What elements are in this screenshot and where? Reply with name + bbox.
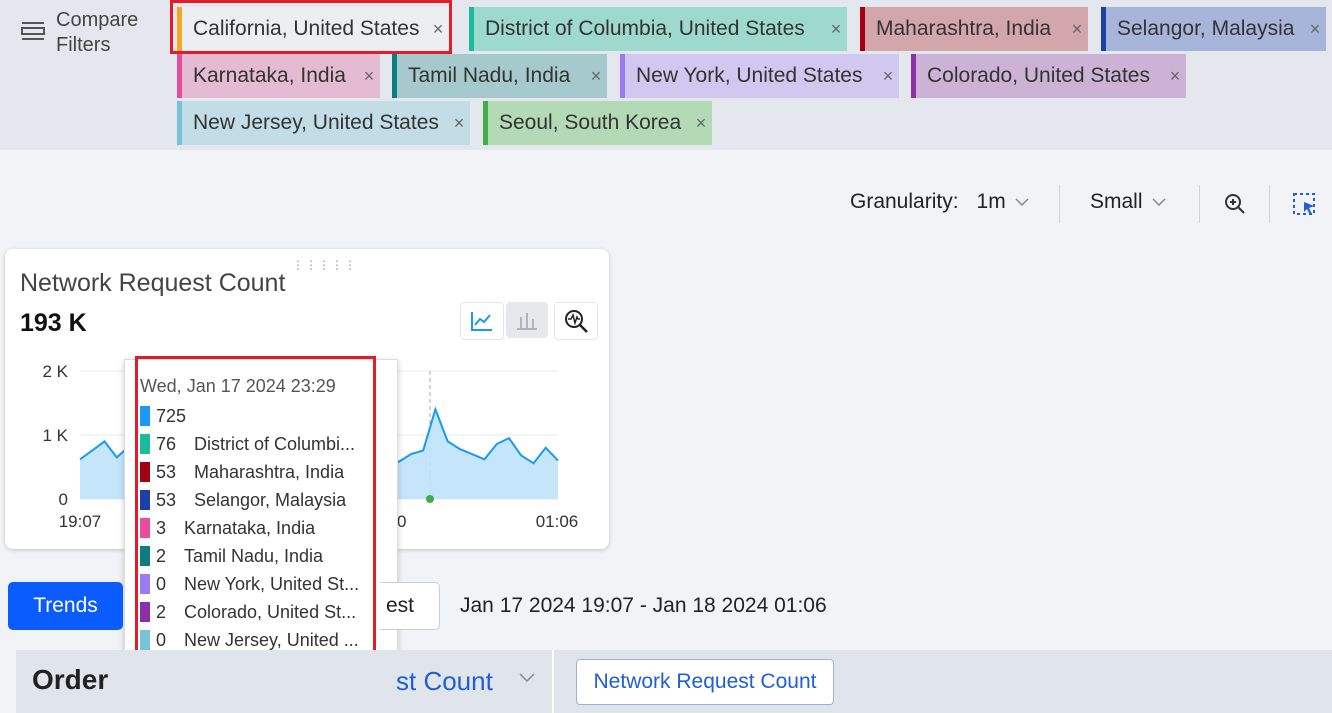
filter-chip-karnataka[interactable]: Karnataka, India × bbox=[177, 54, 380, 98]
compare-filters-title: Compare Filters bbox=[56, 9, 139, 56]
bar-chart-icon bbox=[517, 313, 537, 330]
divider bbox=[552, 650, 554, 713]
filter-chip-label: Selangor, Malaysia bbox=[1117, 17, 1295, 40]
order-section: Order st Count Network Request Count bbox=[16, 650, 1332, 713]
divider bbox=[1269, 185, 1270, 223]
trends-tab[interactable]: Trends bbox=[8, 582, 123, 630]
select-region-icon[interactable] bbox=[1292, 192, 1318, 218]
granularity-value: 1m bbox=[976, 190, 1006, 213]
bar-chart-button[interactable] bbox=[506, 302, 548, 338]
filter-chip-label: Colorado, United States bbox=[927, 64, 1150, 87]
close-icon[interactable]: × bbox=[358, 66, 380, 87]
close-icon[interactable]: × bbox=[1066, 19, 1088, 40]
zoom-in-icon[interactable] bbox=[1223, 192, 1247, 216]
filter-chip-label: New Jersey, United States bbox=[193, 111, 439, 134]
compare-filters-bar: Compare Filters California, United State… bbox=[0, 0, 1332, 150]
divider bbox=[1199, 185, 1200, 223]
filter-chip-label: Tamil Nadu, India bbox=[408, 64, 571, 87]
tooltip-highlight bbox=[135, 356, 376, 692]
metric-select[interactable]: st Count bbox=[396, 666, 493, 697]
chevron-down-icon[interactable] bbox=[518, 672, 536, 684]
close-icon[interactable]: × bbox=[448, 113, 470, 134]
drag-handle-icon[interactable]: ⋮⋮⋮⋮⋮ bbox=[292, 258, 357, 272]
x-tick-label: 19:07 bbox=[59, 512, 102, 531]
chevron-down-icon bbox=[1015, 198, 1029, 207]
zoom-wave-icon bbox=[565, 310, 588, 333]
divider bbox=[1059, 185, 1060, 223]
size-value: Small bbox=[1090, 190, 1143, 213]
order-label: Order bbox=[32, 664, 109, 695]
compare-filters-header[interactable]: Compare Filters bbox=[20, 8, 138, 58]
filter-chip-label: Seoul, South Korea bbox=[499, 111, 682, 134]
network-request-count-button[interactable]: Network Request Count bbox=[576, 659, 834, 705]
hover-point bbox=[426, 495, 434, 503]
zoom-chart-button[interactable] bbox=[554, 302, 598, 340]
size-select[interactable]: Small bbox=[1090, 190, 1167, 214]
filter-chip-label: New York, United States bbox=[636, 64, 863, 87]
selection-highlight bbox=[170, 0, 452, 54]
chevron-down-icon bbox=[1151, 198, 1166, 207]
y-tick-label: 2 K bbox=[42, 362, 68, 381]
close-icon[interactable]: × bbox=[825, 19, 847, 40]
close-icon[interactable]: × bbox=[585, 66, 607, 87]
filter-list-icon bbox=[21, 22, 45, 40]
y-tick-label: 1 K bbox=[42, 426, 68, 445]
granularity-control[interactable]: Granularity: 1m bbox=[850, 190, 1030, 214]
close-icon[interactable]: × bbox=[877, 66, 899, 87]
line-chart-button[interactable] bbox=[460, 302, 504, 340]
filter-chip-label: Maharashtra, India bbox=[876, 17, 1052, 40]
card-value: 193 K bbox=[20, 309, 87, 337]
filter-chip-tamil-nadu[interactable]: Tamil Nadu, India × bbox=[392, 54, 607, 98]
requests-tab[interactable]: est bbox=[380, 582, 440, 630]
filter-chip-label: District of Columbia, United States bbox=[485, 17, 805, 40]
close-icon[interactable]: × bbox=[1304, 19, 1326, 40]
filter-chip-label: Karnataka, India bbox=[193, 64, 346, 87]
close-icon[interactable]: × bbox=[1164, 66, 1186, 87]
filter-chip-new-jersey[interactable]: New Jersey, United States × bbox=[177, 101, 470, 145]
granularity-label: Granularity: bbox=[850, 190, 959, 213]
filter-chip-colorado[interactable]: Colorado, United States × bbox=[911, 54, 1186, 98]
x-tick-label: 01:06 bbox=[536, 512, 579, 531]
filter-chip-selangor[interactable]: Selangor, Malaysia × bbox=[1101, 7, 1326, 51]
close-icon[interactable]: × bbox=[690, 113, 712, 134]
filter-chip-maharashtra[interactable]: Maharashtra, India × bbox=[860, 7, 1088, 51]
line-chart-icon bbox=[471, 312, 492, 331]
filter-chip-new-york[interactable]: New York, United States × bbox=[620, 54, 899, 98]
time-range: Jan 17 2024 19:07 - Jan 18 2024 01:06 bbox=[460, 594, 827, 617]
filter-chip-district-of-columbia[interactable]: District of Columbia, United States × bbox=[469, 7, 847, 51]
card-title: Network Request Count bbox=[20, 269, 286, 297]
y-tick-label: 0 bbox=[59, 490, 68, 509]
filter-chip-seoul[interactable]: Seoul, South Korea × bbox=[483, 101, 712, 145]
